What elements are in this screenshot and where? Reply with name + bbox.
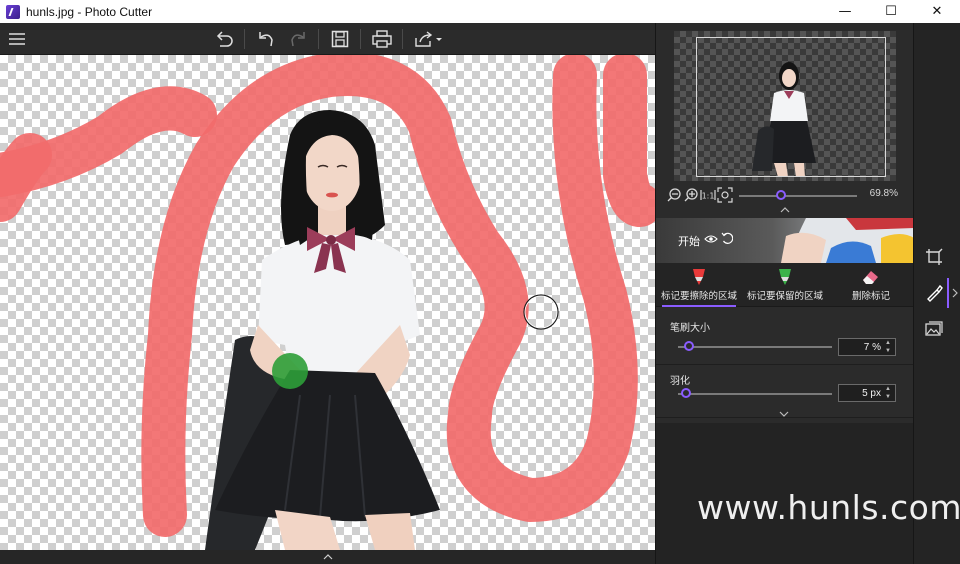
undo-all-icon[interactable] — [212, 27, 236, 51]
toolbar-divider — [402, 29, 403, 49]
feather-value: 5 px — [862, 388, 881, 399]
start-label: 开始 — [678, 236, 700, 248]
feather-label: 羽化 — [670, 376, 690, 387]
brush-size-value: 7 % — [863, 342, 881, 353]
feather-thumb[interactable] — [680, 388, 691, 398]
canvas-collapse-toggle[interactable] — [0, 550, 655, 564]
red-marker-icon — [693, 269, 705, 285]
image-canvas[interactable] — [0, 55, 655, 550]
brush-icon[interactable] — [922, 281, 946, 305]
tab-mark-keep[interactable]: 标记要保留的区域 — [742, 263, 828, 307]
tab-label: 删除标记 — [851, 291, 890, 302]
marking-tools: 标记要擦除的区域 标记要保留的区域 删除标记 — [656, 263, 914, 307]
window-controls: — ☐ ✕ — [822, 0, 960, 23]
chevron-up-icon — [323, 554, 332, 560]
zoom-in-icon[interactable] — [683, 187, 699, 203]
zoom-row: 1:1 69.8% — [666, 185, 906, 205]
watermark-text: www.hunls.com — [697, 488, 960, 527]
toolbar-divider — [360, 29, 361, 49]
green-marker-icon — [779, 269, 791, 285]
menu-icon[interactable] — [5, 27, 29, 51]
zoom-slider-thumb[interactable] — [776, 190, 787, 200]
brush-size-spinbox[interactable]: 7 % ▲ ▼ — [838, 338, 896, 356]
svg-text:1:1: 1:1 — [702, 192, 715, 201]
print-icon[interactable] — [370, 27, 394, 51]
window-title: hunls.jpg - Photo Cutter — [26, 4, 153, 19]
spin-up-icon[interactable]: ▲ — [885, 340, 893, 347]
tab-delete-marks[interactable]: 删除标记 — [828, 263, 914, 307]
chevron-down-icon[interactable] — [779, 411, 789, 417]
tab-label: 标记要擦除的区域 — [660, 291, 737, 302]
brush-cursor — [523, 294, 559, 330]
side-panel: 1:1 69.8% 开始 标记要擦除的区域 标记要保留的区域 删除标记 笔刷大小… — [655, 23, 914, 564]
spin-down-icon[interactable]: ▼ — [885, 348, 893, 355]
tab-mark-erase[interactable]: 标记要擦除的区域 — [656, 263, 742, 307]
feather-spinbox[interactable]: 5 px ▲ ▼ — [838, 384, 896, 402]
tab-label: 标记要保留的区域 — [746, 291, 823, 302]
undo-icon[interactable] — [254, 27, 278, 51]
spin-up-icon[interactable]: ▲ — [885, 386, 893, 393]
brush-size-thumb[interactable] — [683, 341, 694, 351]
zoom-out-icon[interactable] — [666, 187, 682, 203]
zoom-slider-track[interactable] — [739, 195, 857, 197]
viewport-frame[interactable] — [696, 37, 886, 177]
share-icon[interactable] — [412, 27, 444, 51]
keep-mark — [272, 353, 308, 389]
save-icon[interactable] — [328, 27, 352, 51]
start-banner[interactable]: 开始 — [656, 218, 914, 263]
maximize-button[interactable]: ☐ — [868, 0, 914, 23]
redo-icon[interactable] — [286, 27, 310, 51]
toolbar-divider — [318, 29, 319, 49]
toolbar-divider — [244, 29, 245, 49]
chevron-up-icon[interactable] — [780, 207, 790, 213]
fit-to-window-icon[interactable] — [717, 187, 733, 203]
minimize-button[interactable]: — — [822, 0, 868, 23]
zoom-percentage: 69.8% — [869, 188, 898, 199]
reset-icon[interactable] — [721, 232, 733, 245]
chevron-right-icon[interactable] — [952, 288, 958, 298]
brush-size-track[interactable] — [678, 346, 832, 348]
actual-size-icon[interactable]: 1:1 — [700, 187, 716, 203]
toolbar — [0, 23, 655, 55]
brush-size-setting: 笔刷大小 7 % ▲ ▼ — [656, 313, 914, 365]
active-mode-indicator — [947, 278, 949, 308]
mode-strip — [913, 23, 960, 564]
title-bar: hunls.jpg - Photo Cutter — ☐ ✕ — [0, 0, 960, 23]
crop-icon[interactable] — [922, 245, 946, 269]
subject-photo — [205, 110, 440, 550]
eye-icon[interactable] — [704, 233, 718, 245]
brush-size-label: 笔刷大小 — [670, 323, 710, 334]
close-button[interactable]: ✕ — [914, 0, 960, 23]
navigator-preview[interactable] — [674, 31, 896, 181]
background-image-icon[interactable] — [922, 317, 946, 341]
feather-track[interactable] — [678, 393, 832, 395]
app-logo-icon — [6, 4, 20, 19]
eraser-icon — [863, 271, 878, 284]
photo-cutter-app: hunls.jpg - Photo Cutter — ☐ ✕ 1:1 69.8%… — [0, 0, 960, 564]
spin-down-icon[interactable]: ▼ — [885, 394, 893, 401]
